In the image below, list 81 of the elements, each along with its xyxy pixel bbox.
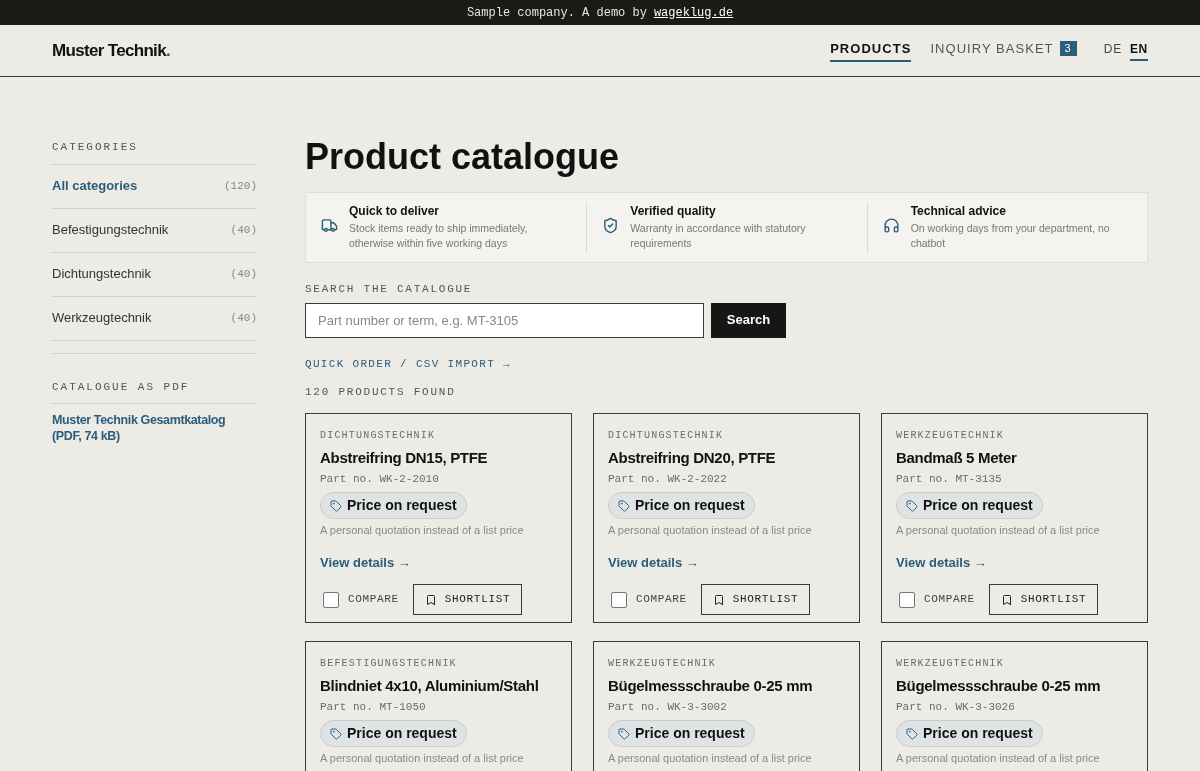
price-label: Price on request: [347, 724, 457, 743]
categories-heading: CATEGORIES: [52, 139, 257, 165]
banner-link[interactable]: wageklug.de: [653, 3, 734, 22]
part-number: Part no. MT-3135: [896, 471, 1003, 487]
headset-icon: [882, 217, 900, 234]
search-label: SEARCH THE CATALOGUE: [305, 282, 474, 297]
feature-title: Quick to deliver: [349, 203, 441, 220]
language-link[interactable]: DE: [1103, 40, 1122, 61]
compare-label: COMPARE: [924, 592, 975, 608]
tag-icon: [906, 727, 918, 740]
nav-link[interactable]: PRODUCTS: [830, 38, 912, 63]
bookmark-icon: [1000, 593, 1013, 606]
product-name: Bandmaß 5 Meter: [896, 447, 1018, 468]
shortlist-button[interactable]: SHORTLIST: [412, 584, 523, 615]
search-field[interactable]: Part number or term, e.g. MT-3105: [305, 302, 704, 338]
category-item[interactable]: All categories (120): [52, 164, 257, 209]
feature-title: Verified quality: [630, 203, 717, 220]
nav-link[interactable]: INQUIRY BASKET 3: [930, 38, 1077, 63]
price-label: Price on request: [923, 496, 1033, 515]
result-count: 120 PRODUCTS FOUND: [305, 385, 457, 400]
part-number: Part no. WK-2-2022: [608, 471, 728, 487]
price-note: A personal quotation instead of a list price: [896, 523, 1101, 538]
compare-checkbox[interactable]: [611, 591, 627, 608]
price-label: Price on request: [923, 724, 1033, 743]
price-label: Price on request: [635, 496, 745, 515]
tag-icon: [618, 499, 630, 512]
banner-text: Sample company. A demo by: [466, 4, 647, 22]
part-number: Part no. WK-2-2010: [320, 471, 440, 487]
product-category: DICHTUNGSTECHNIK: [608, 428, 725, 443]
feature-text: Stock items ready to ship immediately, otherwise within five working days: [349, 221, 529, 251]
product-category: BEFESTIGUNGSTECHNIK: [320, 656, 458, 671]
price-label: Price on request: [347, 496, 457, 515]
tag-icon: [330, 499, 342, 512]
part-number: Part no. WK-3-3002: [608, 699, 728, 715]
pdf-heading: CATALOGUE AS PDF: [52, 378, 257, 404]
product-category: WERKZEUGTECHNIK: [896, 656, 1005, 671]
compare-checkbox[interactable]: [899, 591, 915, 608]
view-details-link[interactable]: View details →: [320, 552, 557, 572]
category-item[interactable]: Dichtungstechnik (40): [52, 252, 257, 297]
view-details-link[interactable]: View details →: [608, 552, 845, 572]
quick-order-link[interactable]: QUICK ORDER / CSV IMPORT →: [305, 355, 1148, 372]
product-category: DICHTUNGSTECHNIK: [320, 428, 437, 443]
part-number: Part no. MT-1050: [320, 699, 427, 715]
shortlist-button[interactable]: SHORTLIST: [988, 584, 1099, 615]
price-label: Price on request: [635, 724, 745, 743]
tag-icon: [618, 727, 630, 740]
compare-label: COMPARE: [348, 592, 399, 608]
bookmark-icon: [424, 593, 437, 606]
shortlist-button[interactable]: SHORTLIST: [700, 584, 811, 615]
pdf-download-link[interactable]: Muster Technik Gesamtkatalog (PDF, 74 kB): [52, 412, 257, 444]
product-name: Blindniet 4x10, Aluminium/Stahl: [320, 675, 540, 696]
price-note: A personal quotation instead of a list price: [608, 751, 813, 766]
shield-check-icon: [602, 217, 620, 234]
product-category: WERKZEUGTECHNIK: [896, 428, 1005, 443]
tag-icon: [906, 499, 918, 512]
product-name: Abstreifring DN15, PTFE: [320, 447, 489, 468]
price-note: A personal quotation instead of a list price: [320, 523, 525, 538]
language-link[interactable]: EN: [1129, 40, 1148, 61]
feature-title: Technical advice: [910, 203, 1007, 220]
feature-text: On working days from your department, no chatbot: [910, 221, 1111, 251]
compare-label: COMPARE: [636, 592, 687, 608]
product-name: Abstreifring DN20, PTFE: [608, 447, 777, 468]
tag-icon: [330, 727, 342, 740]
category-item[interactable]: Werkzeugtechnik (40): [52, 296, 257, 341]
price-note: A personal quotation instead of a list price: [320, 751, 525, 766]
product-category: WERKZEUGTECHNIK: [608, 656, 717, 671]
search-button[interactable]: Search: [711, 302, 786, 338]
category-item[interactable]: Befestigungstechnik (40): [52, 208, 257, 253]
feature-text: Warranty in accordance with statutory requirements: [630, 221, 807, 251]
price-note: A personal quotation instead of a list price: [608, 523, 813, 538]
product-name: Bügelmessschraube 0-25 mm: [896, 675, 1102, 696]
view-details-link[interactable]: View details →: [896, 552, 1133, 572]
price-note: A personal quotation instead of a list price: [896, 751, 1101, 766]
truck-icon: [321, 217, 338, 234]
product-name: Bügelmessschraube 0-25 mm: [608, 675, 814, 696]
logo[interactable]: Muster Technik.: [52, 37, 170, 64]
bookmark-icon: [712, 593, 725, 606]
compare-checkbox[interactable]: [323, 591, 339, 608]
page-title: Product catalogue: [305, 135, 621, 179]
part-number: Part no. WK-3-3026: [896, 699, 1016, 715]
basket-count: 3: [1059, 41, 1077, 56]
